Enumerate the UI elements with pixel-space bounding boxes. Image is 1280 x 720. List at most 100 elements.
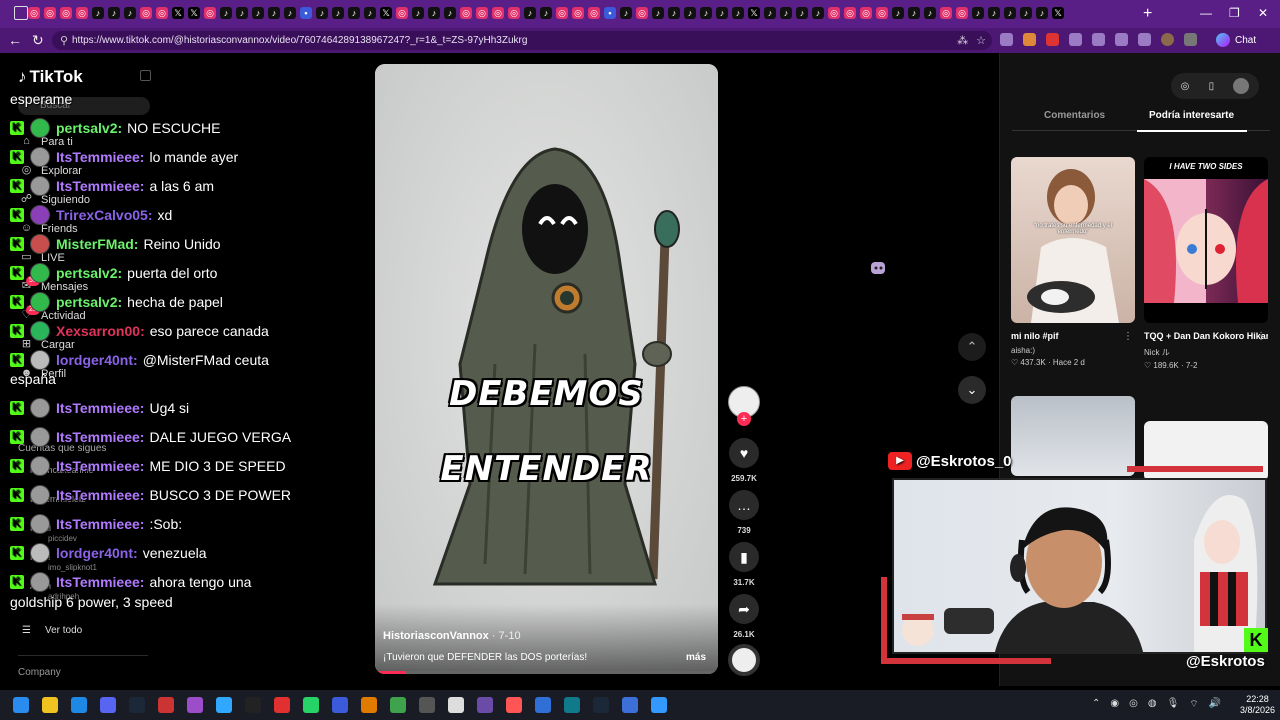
instagram-tab-icon[interactable]: ◎ bbox=[572, 7, 584, 19]
app-icon[interactable] bbox=[506, 697, 522, 713]
tiktok-tab-icon[interactable]: ♪ bbox=[796, 7, 808, 19]
extension-icon[interactable] bbox=[1138, 33, 1151, 46]
x-tab-icon[interactable]: 𝕏 bbox=[380, 7, 392, 19]
steam-icon[interactable] bbox=[593, 697, 609, 713]
tab-actions-icon[interactable] bbox=[14, 6, 28, 20]
edge-icon[interactable] bbox=[71, 697, 87, 713]
wifi-icon[interactable]: ⌔ bbox=[1189, 698, 1198, 711]
video-player[interactable]: DEBEMOS ENTENDER HistoriasconVannox · 7-… bbox=[375, 64, 718, 674]
instagram-tab-icon[interactable]: ◎ bbox=[140, 7, 152, 19]
tiktok-tab-icon[interactable]: ♪ bbox=[412, 7, 424, 19]
instagram-tab-icon[interactable]: ◎ bbox=[508, 7, 520, 19]
instagram-tab-icon[interactable]: ◎ bbox=[44, 7, 56, 19]
app-icon[interactable] bbox=[419, 697, 435, 713]
comment-button[interactable]: … bbox=[729, 490, 759, 520]
close-window-button[interactable]: ✕ bbox=[1258, 6, 1268, 20]
tiktok-tab-icon[interactable]: ♪ bbox=[924, 7, 936, 19]
favorite-star-icon[interactable]: ☆ bbox=[976, 34, 986, 47]
instagram-tab-icon[interactable]: ◎ bbox=[956, 7, 968, 19]
instagram-tab-icon[interactable]: ◎ bbox=[940, 7, 952, 19]
tiktok-tab-icon[interactable]: ♪ bbox=[124, 7, 136, 19]
app-icon[interactable] bbox=[535, 697, 551, 713]
steam-icon[interactable] bbox=[129, 697, 145, 713]
tiktok-tab-icon[interactable]: ♪ bbox=[716, 7, 728, 19]
tiktok-tab-icon[interactable]: ♪ bbox=[236, 7, 248, 19]
site-info-icon[interactable]: ⚲ bbox=[60, 34, 68, 47]
x-tab-icon[interactable]: 𝕏 bbox=[172, 7, 184, 19]
instagram-tab-icon[interactable]: ◎ bbox=[28, 7, 40, 19]
more-link[interactable]: más bbox=[686, 652, 706, 663]
translate-icon[interactable]: ⁂ bbox=[957, 34, 968, 47]
tiktok-tab-icon[interactable]: ♪ bbox=[348, 7, 360, 19]
tiktok-tab-icon[interactable]: ♪ bbox=[332, 7, 344, 19]
instagram-tab-icon[interactable]: ◎ bbox=[828, 7, 840, 19]
tiktok-tab-icon[interactable]: ♪ bbox=[268, 7, 280, 19]
extension-icon[interactable] bbox=[1046, 33, 1059, 46]
tiktok-tab-icon[interactable]: ♪ bbox=[540, 7, 552, 19]
tiktok-tab-icon[interactable]: ♪ bbox=[764, 7, 776, 19]
video-progress-bar[interactable] bbox=[375, 671, 718, 674]
extension-icon[interactable] bbox=[1000, 33, 1013, 46]
coins-icon[interactable]: ◎ bbox=[1181, 81, 1190, 92]
instagram-tab-icon[interactable]: ◎ bbox=[60, 7, 72, 19]
menu-icon[interactable] bbox=[1184, 33, 1197, 46]
app-icon[interactable] bbox=[390, 697, 406, 713]
tiktok-tab-icon[interactable]: ♪ bbox=[220, 7, 232, 19]
discord-icon[interactable] bbox=[100, 697, 116, 713]
app-icon[interactable] bbox=[332, 697, 348, 713]
photoshop-icon[interactable] bbox=[216, 697, 232, 713]
app-icon[interactable] bbox=[651, 697, 667, 713]
instagram-tab-icon[interactable]: ◎ bbox=[204, 7, 216, 19]
instagram-tab-icon[interactable]: ◎ bbox=[76, 7, 88, 19]
tiktok-tab-icon[interactable]: ♪ bbox=[316, 7, 328, 19]
tiktok-tab-icon[interactable]: ♪ bbox=[92, 7, 104, 19]
more-options-icon[interactable]: ⋮ bbox=[1123, 331, 1133, 342]
instagram-tab-icon[interactable]: ◎ bbox=[636, 7, 648, 19]
share-button[interactable]: ➦ bbox=[729, 594, 759, 624]
favorites-icon[interactable] bbox=[1115, 33, 1128, 46]
user-avatar[interactable] bbox=[1233, 78, 1250, 94]
profile-avatar[interactable] bbox=[1161, 33, 1174, 46]
tiktok-tab-icon[interactable]: ♪ bbox=[700, 7, 712, 19]
extension-icon[interactable] bbox=[1023, 33, 1036, 46]
tiktok-tab-icon[interactable]: ♪ bbox=[652, 7, 664, 19]
new-tab-button[interactable]: + bbox=[1143, 5, 1152, 23]
windows-start-icon[interactable] bbox=[13, 697, 29, 713]
volume-icon[interactable]: 🔊 bbox=[1209, 698, 1221, 711]
tiktok-tab-icon[interactable]: ♪ bbox=[668, 7, 680, 19]
video-author[interactable]: HistoriasconVannox · 7-10 bbox=[383, 630, 521, 642]
x-tab-icon[interactable]: 𝕏 bbox=[188, 7, 200, 19]
company-link[interactable]: Company bbox=[18, 667, 61, 678]
x-tab-icon[interactable]: 𝕏 bbox=[748, 7, 760, 19]
browser-tab-icon[interactable]: • bbox=[604, 7, 616, 19]
chevron-up-icon[interactable]: ⌃ bbox=[1092, 698, 1100, 711]
tiktok-tab-icon[interactable]: ♪ bbox=[524, 7, 536, 19]
tiktok-tab-icon[interactable]: ♪ bbox=[892, 7, 904, 19]
instagram-tab-icon[interactable]: ◎ bbox=[492, 7, 504, 19]
music-disc[interactable] bbox=[728, 644, 760, 676]
app-icon[interactable] bbox=[361, 697, 377, 713]
tiktok-tab-icon[interactable]: ♪ bbox=[284, 7, 296, 19]
refresh-button[interactable]: ↻ bbox=[32, 32, 44, 49]
chrome-icon[interactable] bbox=[158, 697, 174, 713]
tiktok-tab-icon[interactable]: ♪ bbox=[428, 7, 440, 19]
instagram-tab-icon[interactable]: ◎ bbox=[476, 7, 488, 19]
tiktok-tab-icon[interactable]: ♪ bbox=[108, 7, 120, 19]
maximize-button[interactable]: ❐ bbox=[1229, 6, 1240, 20]
suggested-video-card[interactable]: "no trates su enfermedad y el enfermedo"… bbox=[1011, 157, 1135, 367]
chrome-icon[interactable]: ◉ bbox=[1110, 698, 1119, 711]
app-icon[interactable] bbox=[477, 697, 493, 713]
youtube-icon[interactable] bbox=[274, 697, 290, 713]
app-icon[interactable] bbox=[564, 697, 580, 713]
tiktok-tab-icon[interactable]: ♪ bbox=[732, 7, 744, 19]
tiktok-tab-icon[interactable]: ♪ bbox=[780, 7, 792, 19]
mic-icon[interactable]: 🎙 bbox=[1167, 698, 1180, 711]
suggested-video-card[interactable]: I HAVE TWO SIDES TQQ + Dan Dan Kokoro Hi… bbox=[1144, 157, 1268, 370]
tab-comments[interactable]: Comentarios bbox=[1044, 110, 1105, 121]
address-bar[interactable]: ⚲ https://www.tiktok.com/@historiasconva… bbox=[52, 31, 992, 50]
tiktok-tab-icon[interactable]: ♪ bbox=[1004, 7, 1016, 19]
tiktok-tab-icon[interactable]: ♪ bbox=[972, 7, 984, 19]
tiktok-tab-icon[interactable]: ♪ bbox=[252, 7, 264, 19]
tiktok-tab-icon[interactable]: ♪ bbox=[1036, 7, 1048, 19]
tiktok-tab-icon[interactable]: ♪ bbox=[988, 7, 1000, 19]
